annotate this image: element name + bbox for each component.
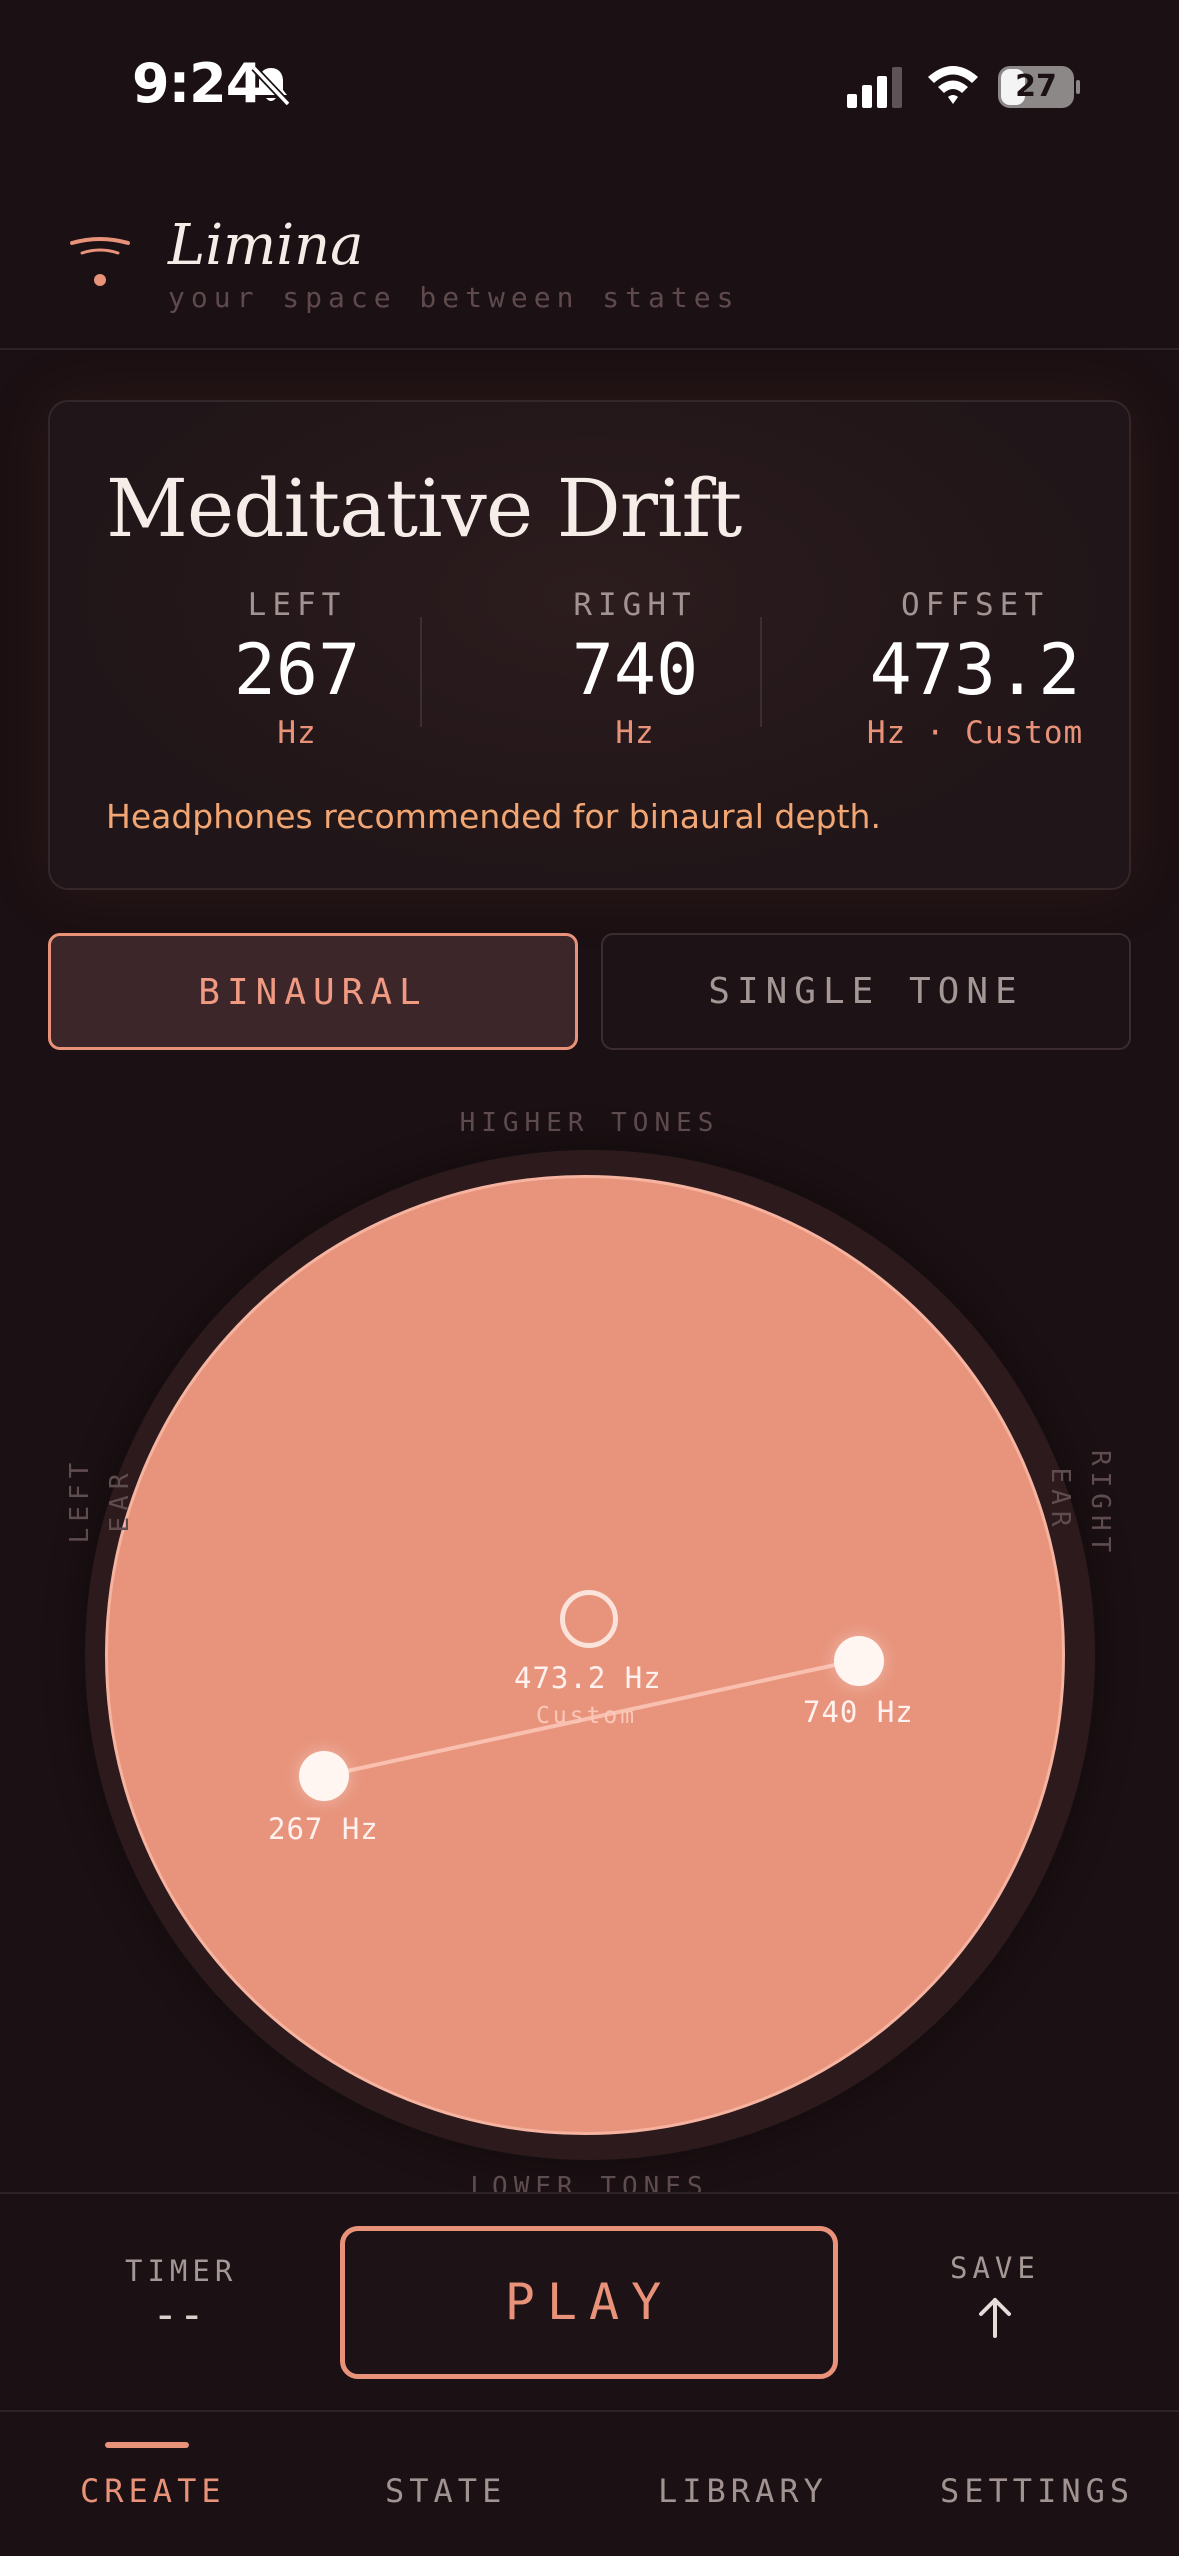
left-node-label: 267 Hz — [268, 1812, 379, 1846]
left-ear-node[interactable] — [299, 1751, 349, 1801]
left-frequency-stat: LEFT 267 Hz — [137, 587, 457, 751]
tab-create[interactable]: CREATE — [80, 2472, 226, 2510]
stat-divider — [760, 617, 762, 727]
bell-slash-icon — [251, 65, 291, 107]
battery-level: 27 — [1015, 69, 1057, 104]
preset-card: Meditative Drift LEFT 267 Hz RIGHT 740 H… — [48, 400, 1131, 890]
playback-controls: TIMER -- PLAY SAVE — [0, 2192, 1179, 2410]
signal-icon — [847, 67, 902, 108]
tab-settings[interactable]: SETTINGS — [940, 2472, 1134, 2510]
stat-label: LEFT — [247, 587, 347, 623]
save-label[interactable]: SAVE — [950, 2251, 1040, 2285]
binaural-mode-button[interactable]: BINAURAL — [48, 933, 578, 1050]
right-frequency-stat: RIGHT 740 Hz — [475, 587, 795, 751]
tab-bar: CREATE STATE LIBRARY SETTINGS — [0, 2410, 1179, 2556]
status-time: 9:24 — [132, 52, 263, 115]
timer-value[interactable]: -- — [152, 2289, 205, 2340]
app-header: Limina your space between states — [0, 175, 1179, 350]
offset-node[interactable] — [560, 1590, 618, 1648]
stat-unit: Hz · Custom — [866, 715, 1084, 751]
stat-value: 740 — [571, 629, 699, 711]
right-ear-label: RIGHT EAR — [1045, 1450, 1115, 1559]
active-tab-indicator — [105, 2442, 189, 2448]
limina-logo-icon — [70, 237, 130, 286]
preset-title: Meditative Drift — [106, 462, 742, 555]
stat-unit: Hz — [615, 715, 655, 751]
right-ear-node[interactable] — [834, 1636, 884, 1686]
offset-stat: OFFSET 473.2 Hz · Custom — [815, 587, 1135, 751]
timer-label[interactable]: TIMER — [125, 2254, 237, 2288]
left-ear-label: LEFT EAR — [65, 1456, 135, 1544]
app-title: Limina — [168, 213, 364, 278]
right-node-label: 740 Hz — [803, 1695, 914, 1729]
arrow-up-icon[interactable] — [975, 2296, 1015, 2340]
stat-divider — [420, 617, 422, 727]
tab-library[interactable]: LIBRARY — [658, 2472, 828, 2510]
tab-state[interactable]: STATE — [385, 2472, 506, 2510]
wifi-icon — [928, 66, 978, 104]
headphones-note: Headphones recommended for binaural dept… — [106, 797, 881, 836]
play-button[interactable]: PLAY — [340, 2226, 838, 2379]
stat-value: 473.2 — [869, 629, 1081, 711]
higher-tones-label: HIGHER TONES — [459, 1108, 720, 1138]
offset-node-label: 473.2 Hz — [514, 1661, 662, 1695]
stat-label: OFFSET — [901, 587, 1049, 623]
single-tone-mode-button[interactable]: SINGLE TONE — [601, 933, 1131, 1050]
app-subtitle: your space between states — [168, 281, 740, 314]
status-bar: 9:24 27 — [0, 0, 1179, 175]
frequency-pad[interactable]: 473.2 Hz Custom 267 Hz 740 Hz — [105, 1175, 1065, 2135]
stat-unit: Hz — [277, 715, 317, 751]
offset-node-sub: Custom — [536, 1703, 638, 1729]
connector-line — [322, 1658, 860, 1778]
stat-label: RIGHT — [573, 587, 697, 623]
battery-icon: 27 — [998, 66, 1080, 108]
stat-value: 267 — [233, 629, 361, 711]
